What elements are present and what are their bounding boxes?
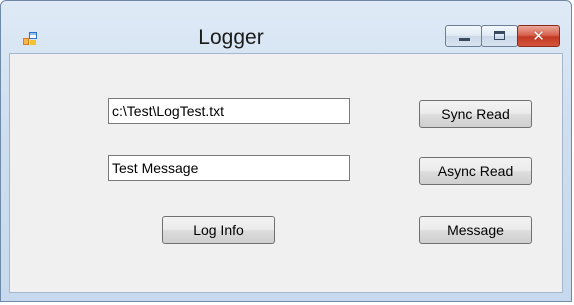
- close-button[interactable]: ✕: [517, 25, 560, 47]
- file-path-input[interactable]: c:\Test\LogTest.txt: [108, 98, 350, 124]
- maximize-button[interactable]: [481, 25, 518, 47]
- title-bar[interactable]: Logger ✕: [1, 1, 571, 53]
- log-info-button[interactable]: Log Info: [162, 216, 275, 244]
- window-title: Logger: [198, 26, 264, 49]
- sync-read-button[interactable]: Sync Read: [419, 100, 532, 128]
- logger-window: Logger ✕ c:\Test\LogTest.txt Test Messag…: [0, 0, 572, 302]
- close-icon: ✕: [532, 27, 545, 45]
- async-read-button[interactable]: Async Read: [419, 157, 532, 185]
- minimize-button[interactable]: [445, 25, 482, 47]
- message-button[interactable]: Message: [419, 216, 532, 244]
- caption-buttons: ✕: [445, 25, 560, 49]
- message-input[interactable]: Test Message: [108, 155, 350, 181]
- maximize-icon: [494, 31, 505, 40]
- form-client-area: c:\Test\LogTest.txt Test Message Log Inf…: [9, 53, 563, 293]
- minimize-icon: [459, 38, 470, 41]
